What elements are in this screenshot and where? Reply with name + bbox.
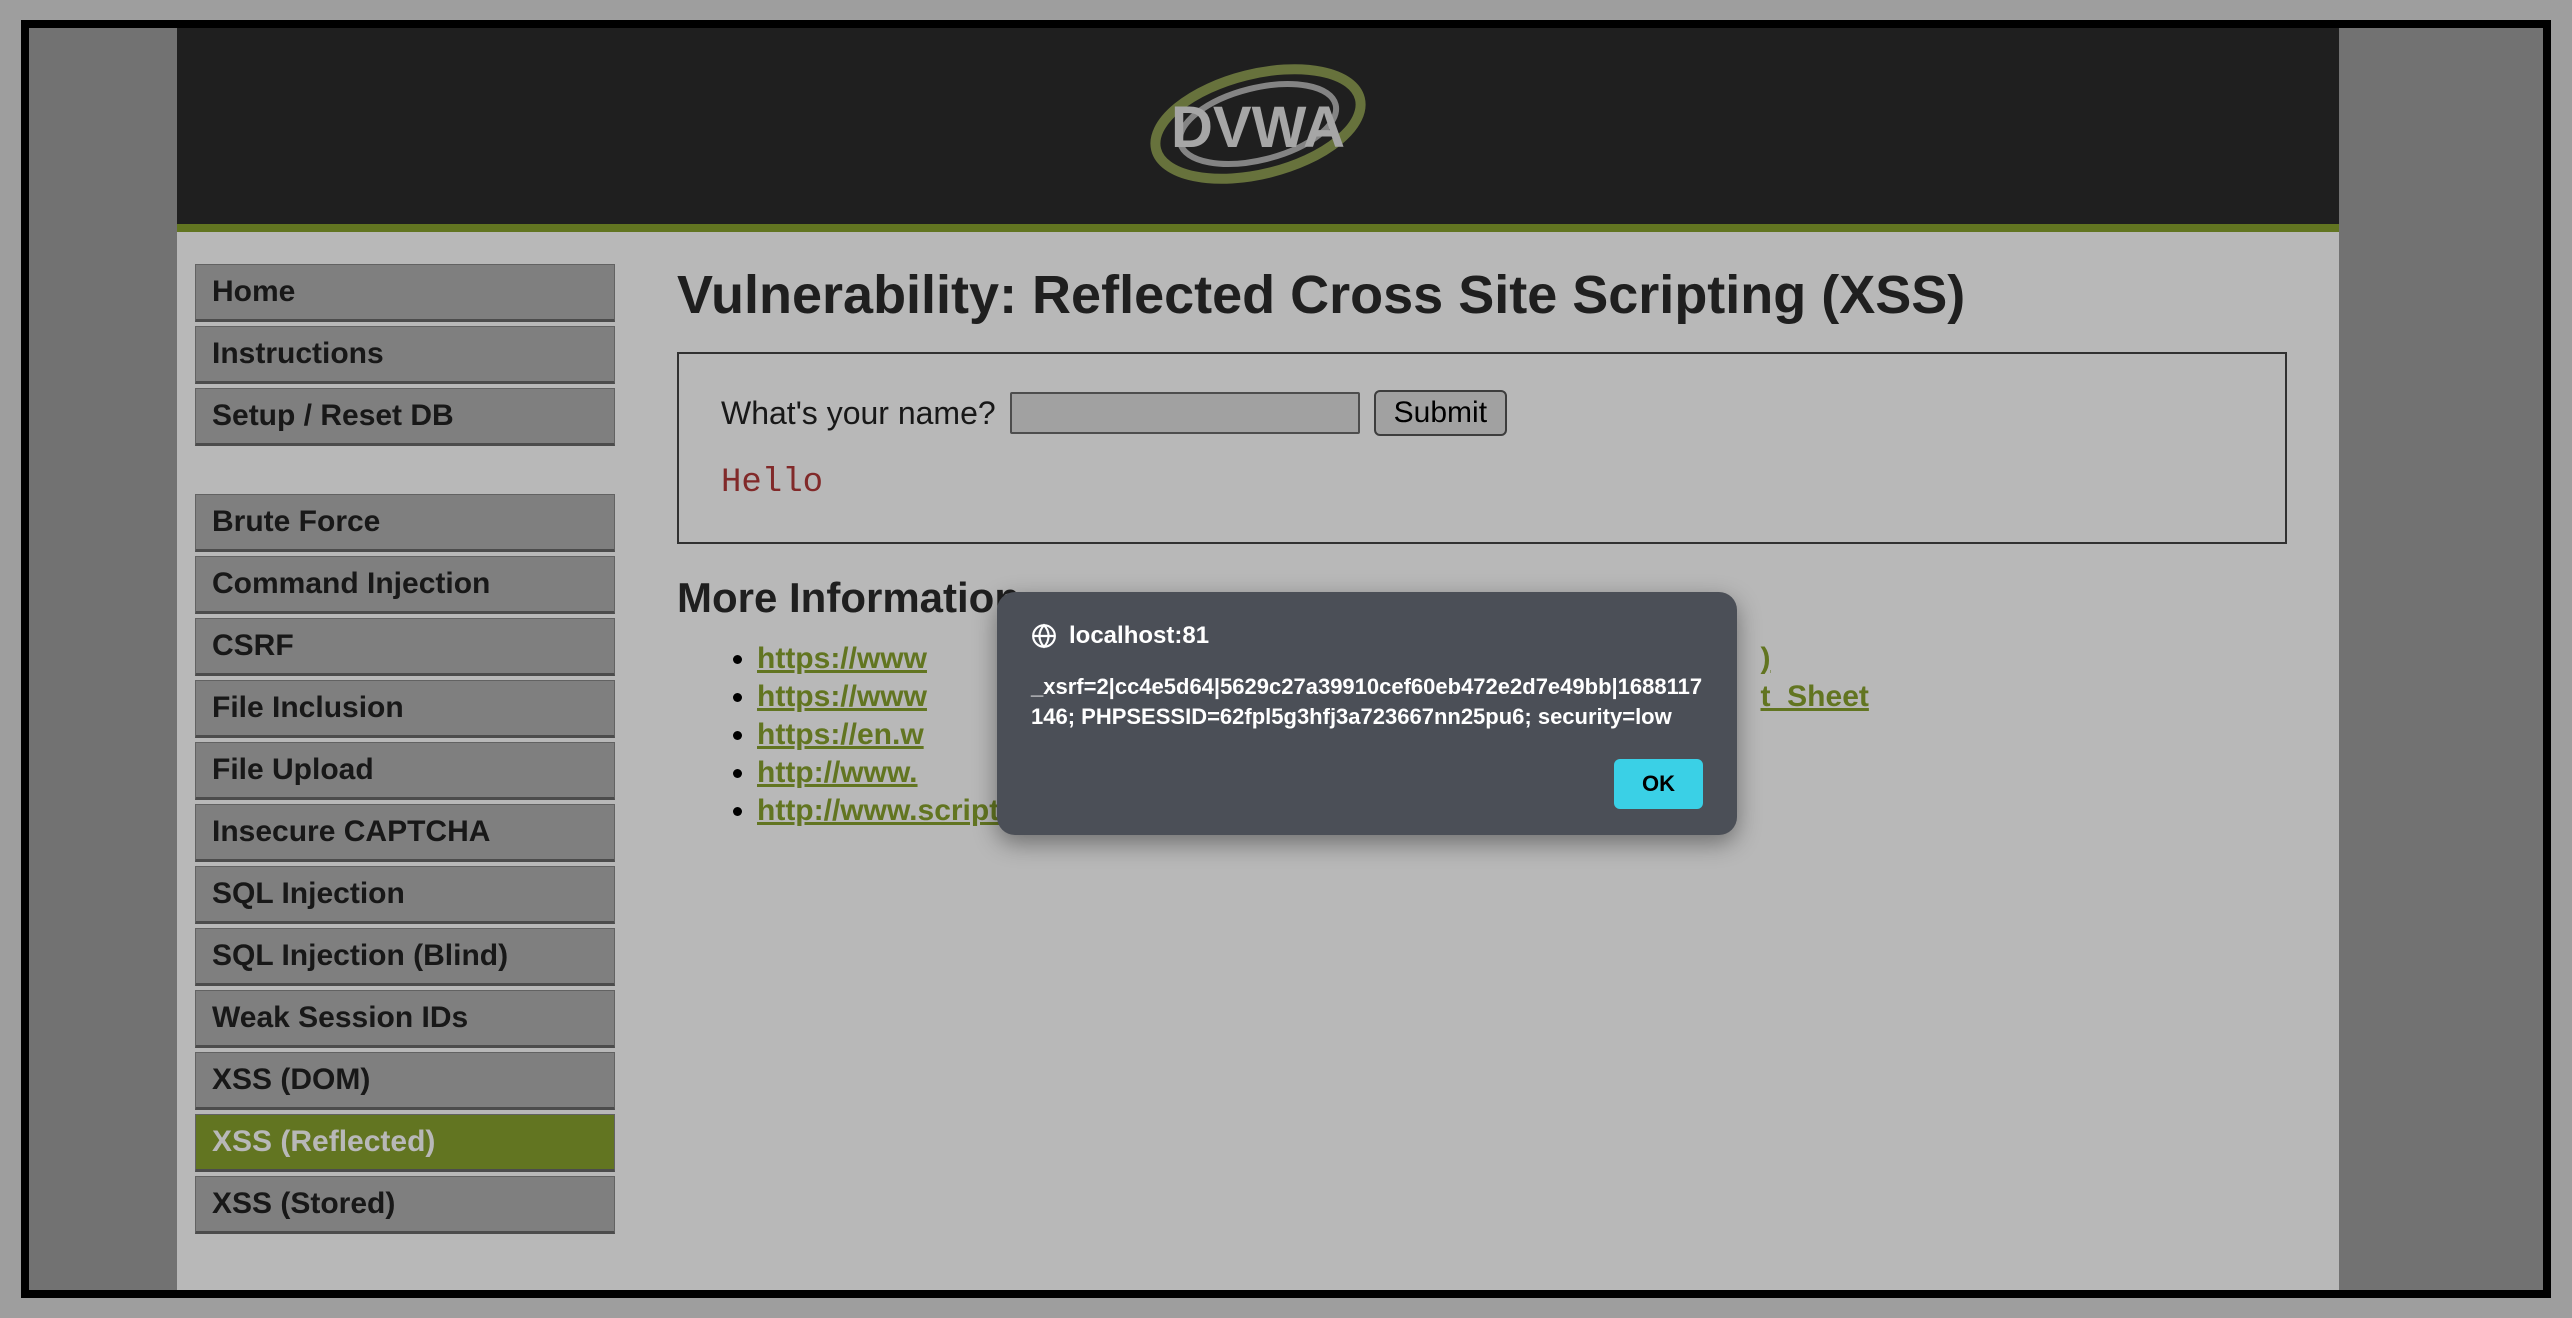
info-link-1-tail[interactable]: ) [1761, 642, 1771, 675]
form-panel: What's your name? Submit Hello [677, 352, 2287, 544]
svg-text:DVWA: DVWA [1171, 95, 1345, 160]
sidebar-item-setup[interactable]: Setup / Reset DB [195, 388, 615, 446]
sidebar-item-home[interactable]: Home [195, 264, 615, 322]
page-title: Vulnerability: Reflected Cross Site Scri… [677, 264, 2287, 326]
sidebar-group-main: Home Instructions Setup / Reset DB [195, 264, 615, 446]
sidebar-item-file-upload[interactable]: File Upload [195, 742, 615, 800]
submit-button[interactable]: Submit [1374, 390, 1507, 436]
sidebar-item-xss-reflected[interactable]: XSS (Reflected) [195, 1114, 615, 1172]
alert-actions: OK [1031, 759, 1703, 809]
response-text: Hello [721, 464, 2243, 502]
info-link-2[interactable]: https://www [757, 680, 927, 713]
info-link-3[interactable]: https://en.w [757, 718, 924, 751]
info-link-2-tail[interactable]: t_Sheet [1761, 680, 1869, 713]
sidebar-item-instructions[interactable]: Instructions [195, 326, 615, 384]
sidebar-item-csrf[interactable]: CSRF [195, 618, 615, 676]
alert-origin: localhost:81 [1069, 622, 1209, 650]
sidebar-item-xss-dom[interactable]: XSS (DOM) [195, 1052, 615, 1110]
app-frame: DVWA Home Instructions Setup / Reset DB … [21, 20, 2551, 1298]
name-label: What's your name? [721, 395, 996, 432]
name-input[interactable] [1010, 392, 1360, 434]
sidebar-item-sql-injection-blind[interactable]: SQL Injection (Blind) [195, 928, 615, 986]
dvwa-logo: DVWA [1133, 49, 1383, 204]
sidebar-item-file-inclusion[interactable]: File Inclusion [195, 680, 615, 738]
globe-icon [1031, 623, 1057, 649]
sidebar-group-vulns: Brute Force Command Injection CSRF File … [195, 494, 615, 1234]
sidebar-item-insecure-captcha[interactable]: Insecure CAPTCHA [195, 804, 615, 862]
sidebar-item-brute-force[interactable]: Brute Force [195, 494, 615, 552]
form-row: What's your name? Submit [721, 390, 2243, 436]
ok-button[interactable]: OK [1614, 759, 1703, 809]
sidebar: Home Instructions Setup / Reset DB Brute… [177, 264, 615, 1238]
header-bar: DVWA [177, 28, 2339, 232]
sidebar-item-sql-injection[interactable]: SQL Injection [195, 866, 615, 924]
alert-header: localhost:81 [1031, 622, 1703, 650]
sidebar-item-xss-stored[interactable]: XSS (Stored) [195, 1176, 615, 1234]
info-link-1[interactable]: https://www [757, 642, 927, 675]
sidebar-item-weak-session-ids[interactable]: Weak Session IDs [195, 990, 615, 1048]
alert-dialog: localhost:81 _xsrf=2|cc4e5d64|5629c27a39… [997, 592, 1737, 835]
alert-message: _xsrf=2|cc4e5d64|5629c27a39910cef60eb472… [1031, 672, 1703, 731]
info-link-4[interactable]: http://www. [757, 756, 918, 789]
sidebar-item-command-injection[interactable]: Command Injection [195, 556, 615, 614]
